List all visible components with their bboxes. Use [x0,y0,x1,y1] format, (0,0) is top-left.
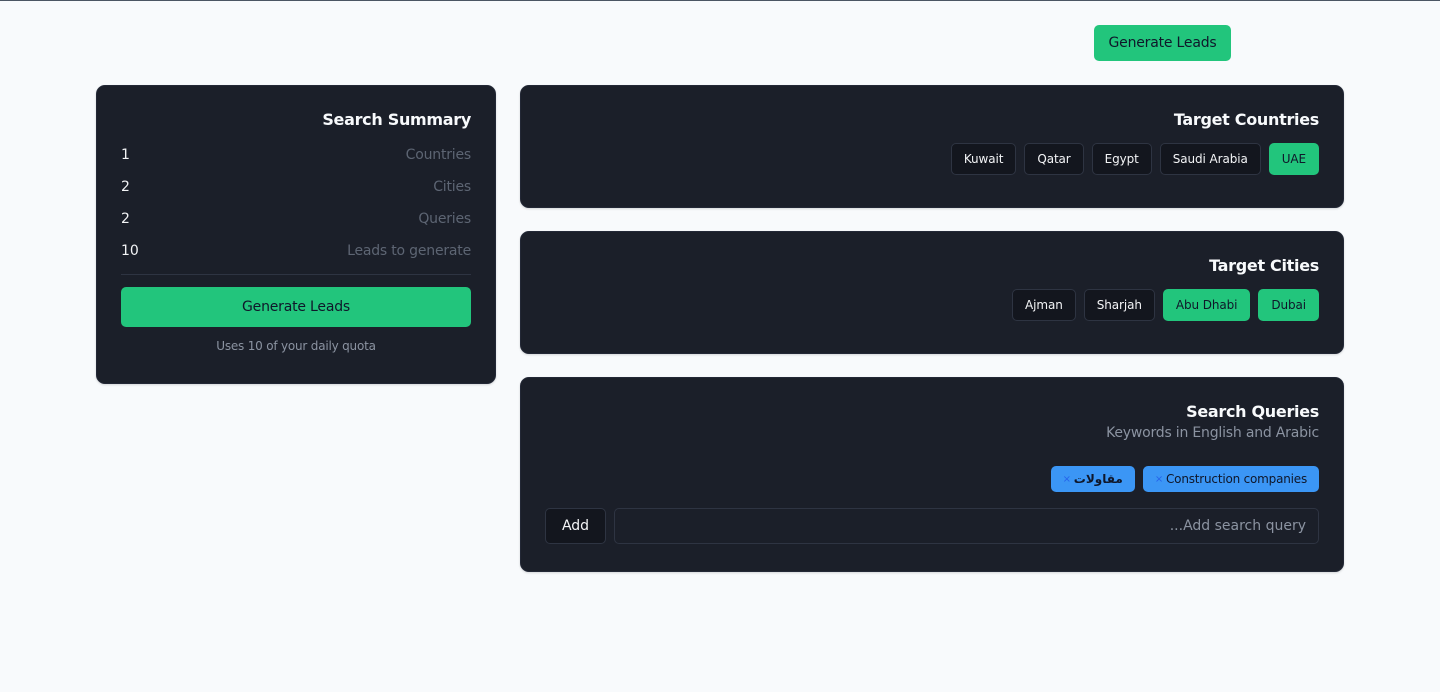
remove-tag-icon[interactable]: × [1063,474,1071,485]
stat-row-cities: 2 Cities [121,171,471,203]
country-chip-egypt[interactable]: Egypt [1091,143,1152,175]
add-query-row: Add [545,508,1319,544]
quota-note: Uses 10 of your daily quota [216,339,376,353]
city-chip-ajman[interactable]: Ajman [1012,289,1076,321]
search-queries-card: Search Queries Keywords in English and A… [520,377,1344,572]
target-countries-card: Target Countries Kuwait Qatar Egypt Saud… [520,85,1344,208]
stat-label: Leads to generate [347,243,471,259]
country-chips: Kuwait Qatar Egypt Saudi Arabia UAE [545,143,1319,175]
stat-value: 2 [121,211,130,227]
stat-value: 10 [121,243,139,259]
search-summary-card: Search Summary 1 Countries 2 Cities 2 Qu… [96,85,496,384]
add-query-button[interactable]: Add [545,508,606,544]
search-summary-title: Search Summary [322,110,471,129]
target-cities-title: Target Cities [1209,256,1319,275]
summary-divider [121,274,471,275]
query-tag-label: Construction companies [1166,472,1307,486]
city-chip-dubai[interactable]: Dubai [1258,289,1319,321]
country-chip-uae[interactable]: UAE [1268,143,1319,175]
search-queries-title: Search Queries [1186,402,1319,421]
stat-value: 1 [121,147,130,163]
header-generate-leads-button[interactable]: Generate Leads [1094,25,1231,61]
city-chip-abu-dhabi[interactable]: Abu Dhabi [1162,289,1251,321]
query-tag: × مقاولات [1050,466,1135,492]
generate-leads-button[interactable]: Generate Leads [121,287,471,327]
stat-label: Cities [433,179,471,195]
country-chip-kuwait[interactable]: Kuwait [950,143,1017,175]
query-tag-label: مقاولات [1073,472,1123,486]
country-chip-saudi-arabia[interactable]: Saudi Arabia [1159,143,1261,175]
stat-label: Queries [418,211,471,227]
search-query-input[interactable] [614,508,1319,544]
summary-stats: 1 Countries 2 Cities 2 Queries 10 Leads … [121,139,471,267]
stat-row-leads: 10 Leads to generate [121,235,471,267]
remove-tag-icon[interactable]: × [1155,474,1163,485]
stat-label: Countries [405,147,472,163]
target-cities-card: Target Cities Ajman Sharjah Abu Dhabi Du… [520,231,1344,354]
stat-row-queries: 2 Queries [121,203,471,235]
target-countries-title: Target Countries [1173,110,1319,129]
city-chip-sharjah[interactable]: Sharjah [1083,289,1155,321]
city-chips: Ajman Sharjah Abu Dhabi Dubai [545,289,1319,321]
stat-row-countries: 1 Countries [121,139,471,171]
search-queries-subtitle: Keywords in English and Arabic [1106,425,1319,441]
query-tags: × مقاولات × Construction companies [545,466,1319,492]
query-tag: × Construction companies [1142,466,1319,492]
country-chip-qatar[interactable]: Qatar [1024,143,1084,175]
stat-value: 2 [121,179,130,195]
